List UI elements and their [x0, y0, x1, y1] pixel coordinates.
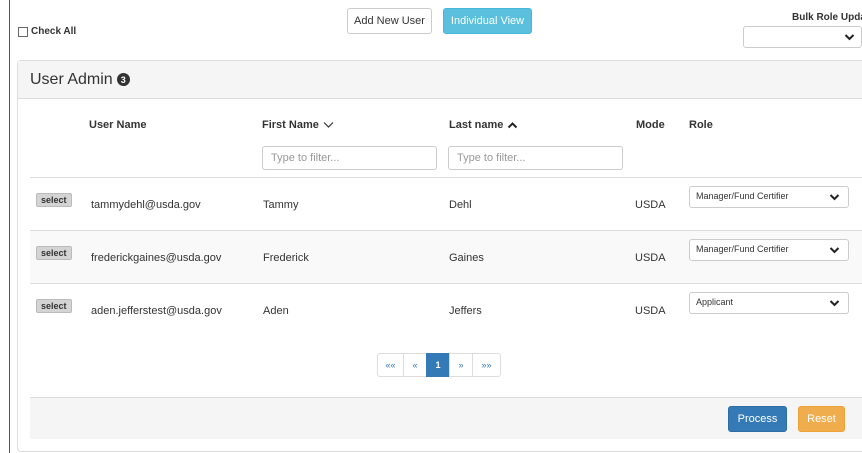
column-label-mode: Mode [636, 119, 665, 131]
sort-ascending-icon [508, 122, 518, 129]
left-border [9, 0, 10, 453]
row-divider [30, 283, 862, 284]
last-name-cell: Jeffers [449, 305, 482, 317]
first-name-filter-input[interactable] [262, 146, 437, 170]
table-row: select aden.jefferstest@usda.gov Aden Je… [30, 283, 862, 336]
panel-title: User Admin [30, 70, 113, 88]
column-label-role: Role [689, 119, 713, 131]
individual-view-button[interactable]: Individual View [443, 8, 532, 34]
last-name-cell: Gaines [449, 252, 484, 264]
table-row: select tammydehl@usda.gov Tammy Dehl USD… [30, 177, 862, 230]
row-divider [30, 177, 862, 178]
mode-cell: USDA [635, 199, 666, 211]
row-divider [30, 230, 862, 231]
select-button[interactable]: select [36, 246, 72, 260]
mode-cell: USDA [635, 305, 666, 317]
first-name-cell: Aden [263, 305, 289, 317]
last-name-cell: Dehl [449, 199, 472, 211]
chevron-down-icon [829, 247, 840, 254]
chevron-down-icon [829, 300, 840, 307]
add-new-user-button[interactable]: Add New User [347, 8, 432, 34]
select-button[interactable]: select [36, 299, 72, 313]
bulk-role-select[interactable] [743, 26, 862, 48]
panel-header: User Admin 3 [18, 61, 862, 99]
check-all-checkbox[interactable] [18, 26, 28, 37]
column-header-role: Role [689, 119, 713, 131]
column-label-first-name: First Name [262, 119, 319, 131]
column-label-last-name: Last name [449, 119, 504, 131]
chevron-down-icon [829, 194, 840, 201]
user-name-cell: frederickgaines@usda.gov [91, 252, 222, 264]
mode-cell: USDA [635, 252, 666, 264]
pagination-next-button[interactable]: » [449, 353, 473, 377]
chevron-down-icon [844, 34, 855, 41]
role-select[interactable]: Manager/Fund Certifier [689, 186, 849, 208]
column-header-user-name[interactable]: User Name [89, 119, 146, 131]
process-button[interactable]: Process [728, 406, 787, 432]
column-label-user-name: User Name [89, 119, 147, 131]
first-name-cell: Frederick [263, 252, 309, 264]
check-all-label: Check All [31, 26, 77, 37]
table-row: select frederickgaines@usda.gov Frederic… [30, 230, 862, 283]
role-value: Manager/Fund Certifier [696, 191, 789, 201]
reset-button[interactable]: Reset [798, 406, 845, 432]
pagination-last-button[interactable]: »» [472, 353, 501, 377]
role-value: Applicant [696, 297, 734, 307]
column-header-last-name[interactable]: Last name [449, 119, 518, 131]
user-name-cell: tammydehl@usda.gov [91, 199, 201, 211]
pagination-first-button[interactable]: «« [377, 353, 404, 377]
user-name-cell: aden.jefferstest@usda.gov [91, 305, 222, 317]
column-header-first-name[interactable]: First Name [262, 119, 334, 131]
last-name-filter-input[interactable] [448, 146, 623, 170]
pagination: «« « 1 » »» [377, 353, 501, 377]
pagination-prev-button[interactable]: « [403, 353, 427, 377]
role-select[interactable]: Manager/Fund Certifier [689, 239, 849, 261]
first-name-cell: Tammy [263, 199, 299, 211]
user-count-badge: 3 [116, 73, 130, 86]
role-select[interactable]: Applicant [689, 292, 849, 314]
sort-descending-icon [323, 122, 334, 128]
pagination-page-1[interactable]: 1 [426, 353, 450, 377]
check-all-control[interactable]: Check All [18, 26, 76, 37]
user-admin-panel: User Admin 3 User Name First Name Last n… [17, 60, 862, 452]
role-value: Manager/Fund Certifier [696, 244, 789, 254]
select-button[interactable]: select [36, 193, 72, 207]
bulk-role-update-label: Bulk Role Updat [792, 12, 862, 23]
panel-footer: Process Reset [30, 397, 862, 439]
column-header-mode: Mode [636, 119, 665, 131]
